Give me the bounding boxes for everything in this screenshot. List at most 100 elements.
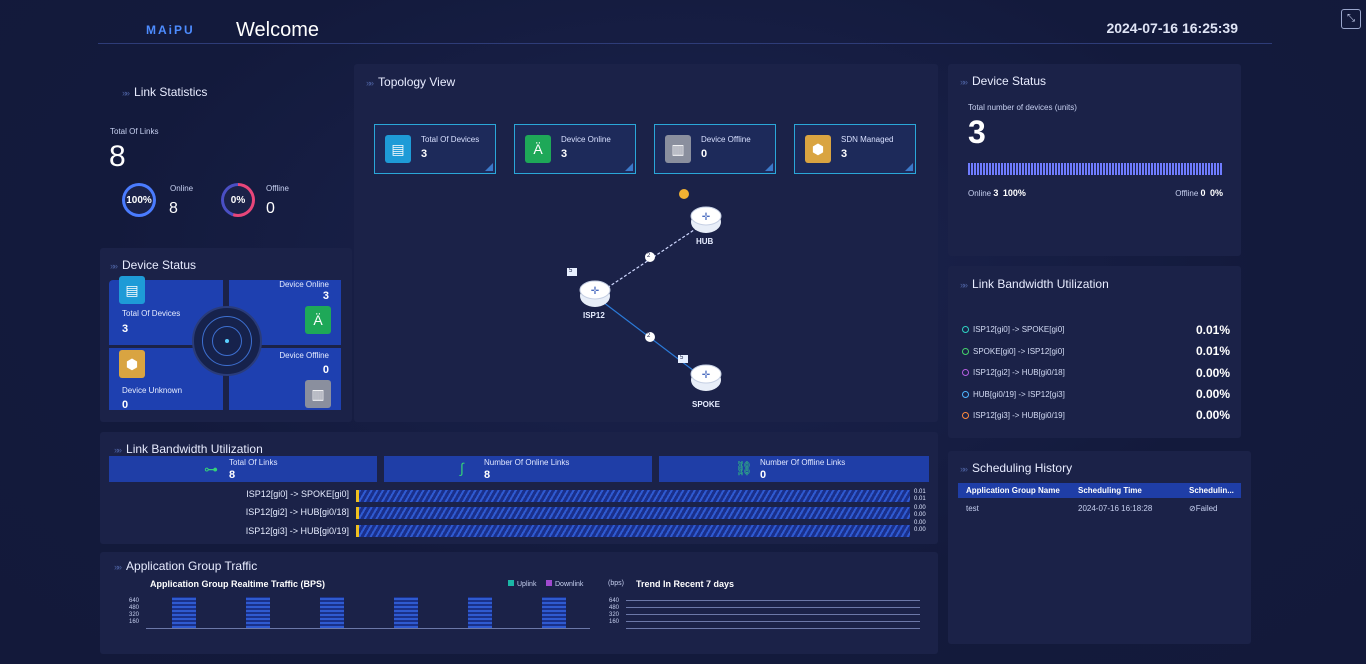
bw-row-label: ISP12[gi2] -> HUB[gi0/18] [245,507,349,517]
legend-dot [962,348,969,355]
tile-label: Total Of Devices [122,309,181,318]
total-links-value: 8 [109,140,126,173]
table-cell: test [966,504,979,513]
link-broken-icon: ⛓ [735,460,753,476]
node-label-spoke: SPOKE [692,400,721,409]
traffic-bar [172,597,196,628]
y-tick: 320 [609,612,620,618]
panel-title: »» Device Status [960,74,1047,88]
antenna-icon: Ä [305,306,331,334]
offline-value: 0 [266,200,275,217]
current-datetime: 2024-07-16 16:25:39 [1106,20,1238,36]
y-tick: 320 [129,612,140,618]
legend-dot [962,369,969,376]
trend-chart-title: Trend In Recent 7 days [636,579,735,589]
util-row: SPOKE[gi0] -> ISP12[gi0] [962,347,1064,356]
tile-label: Device Online [279,280,329,289]
util-pct: 0.01% [1196,344,1231,358]
util-row: ISP12[gi3] -> HUB[gi0/19] [962,411,1065,420]
offline-links-box[interactable]: ⛓ Number Of Offline Links 0 [659,456,929,482]
fullscreen-icon[interactable]: ⤡ [1341,9,1361,29]
svg-text:✛: ✛ [591,286,600,297]
panel-title: »» Device Status [110,258,197,272]
y-tick: 640 [129,598,140,604]
util-row: ISP12[gi0] -> SPOKE[gi0] [962,325,1064,334]
bw-bar [356,490,910,502]
hierarchy-icon: ⊶ [204,461,218,477]
radar-graphic [192,306,262,376]
server-icon: ▤ [119,276,145,304]
link-online-icon: ∫ [460,460,464,476]
util-pct: 0.01% [1196,323,1231,337]
panel-title: »» Link Bandwidth Utilization [114,442,263,456]
box-label: Number Of Online Links [484,458,570,467]
bw-value: 0.00 [914,527,926,533]
y-tick: 160 [609,619,620,625]
failed-status-icon: ⊘ [1189,504,1196,513]
router-hub-icon[interactable]: ✛ [690,206,722,233]
router-spoke-icon[interactable]: ✛ [690,364,722,391]
table-header: Application Group Name Scheduling Time S… [958,483,1241,498]
bw-value: 0.00 [914,505,926,511]
header: MAiPU Welcome 2024-07-16 16:25:39 [98,14,1272,44]
tile-value: 3 [322,290,329,302]
svg-text:✛: ✛ [702,212,711,223]
panel-title: »» Application Group Traffic [114,559,258,573]
page-title: Welcome [236,19,319,41]
traffic-bar [320,597,344,628]
panel-title: »» Link Statistics [122,85,208,99]
bw-bar [356,507,910,519]
tile-label: Device Offline [279,351,329,360]
tile-value: 0 [122,399,129,411]
tile-value: 3 [122,323,129,335]
bw-bar [356,525,910,537]
online-links-box[interactable]: ∫ Number Of Online Links 8 [384,456,652,482]
util-pct: 0.00% [1196,408,1231,422]
device-status-right-panel: »» Device Status Total number of devices … [948,64,1241,256]
online-summary: Online 3 100% [968,188,1026,198]
grid-line [626,600,920,601]
total-links-box[interactable]: ⊶ Total Of Links 8 [109,456,377,482]
online-ring: 100% [122,183,156,217]
grid-line [626,628,920,629]
app-group-traffic-panel: »» Application Group Traffic [100,552,938,654]
legend-downlink: Downlink [546,580,583,588]
column-header[interactable]: Application Group Name [966,486,1060,495]
bw-value: 0.01 [914,496,926,502]
online-value: 8 [169,200,178,217]
grid-line [626,607,920,608]
router-isp-icon[interactable]: ✛ [579,280,611,307]
box-value: 0 [760,469,767,481]
realtime-chart-title: Application Group Realtime Traffic (BPS) [150,579,326,589]
box-label: Number Of Offline Links [760,458,846,467]
link-statistics-panel: »» Link Statistics Total Of Links 8 100% … [100,66,352,244]
legend-uplink: Uplink [508,580,536,588]
y-tick: 640 [609,598,620,604]
isp-badge-label: 5 [569,268,573,274]
node-label-isp: ISP12 [583,311,605,320]
legend-dot [962,326,969,333]
x-axis [146,628,590,629]
bw-row-label: ISP12[gi3] -> HUB[gi0/19] [245,526,349,536]
panel-title: »» Scheduling History [960,461,1073,475]
column-header[interactable]: Scheduling Time [1078,486,1142,495]
cube-icon: ⬢ [119,350,145,378]
bw-value: 0.00 [914,520,926,526]
bw-value: 0.01 [914,489,926,495]
util-row: HUB[gi0/19] -> ISP12[gi3] [962,390,1065,399]
table-cell: ⊘Failed [1189,504,1218,513]
topology-graph: ✛ ✛ ✛ [567,189,722,391]
tile-label: Device Unknown [122,386,183,395]
link-count-hub-label: 2 [647,253,651,259]
column-header[interactable]: Schedulin... [1189,486,1234,495]
grid-line [626,621,920,622]
controller-star-icon [679,189,689,199]
util-row: ISP12[gi2] -> HUB[gi0/18] [962,368,1065,377]
traffic-bar [468,597,492,628]
grid-line [626,614,920,615]
y-tick: 160 [129,619,140,625]
node-label-hub: HUB [696,237,714,246]
panel-subtitle: Total number of devices (units) [968,103,1077,112]
spoke-badge-label: 5 [680,355,684,361]
legend-dot [962,412,969,419]
